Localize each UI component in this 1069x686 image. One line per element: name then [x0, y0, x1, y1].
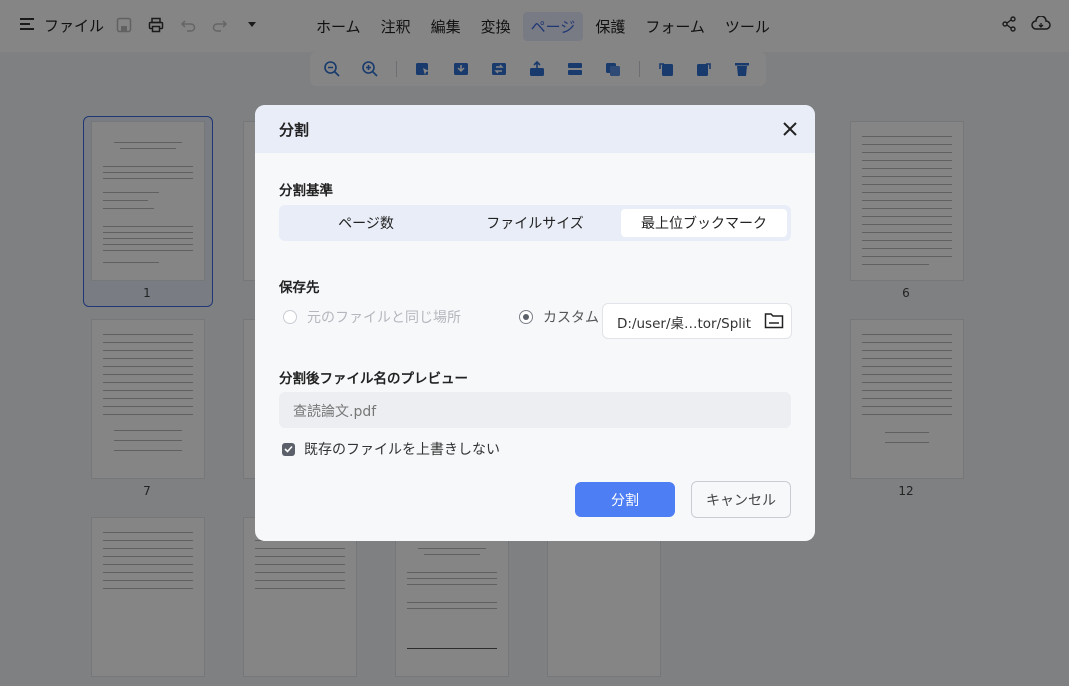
segment-page-count[interactable]: ページ数 — [283, 209, 449, 237]
cancel-button[interactable]: キャンセル — [691, 481, 791, 518]
dialog-header: 分割 — [255, 105, 815, 153]
no-overwrite-option[interactable]: 既存のファイルを上書きしない — [282, 439, 500, 459]
criteria-label: 分割基準 — [279, 183, 333, 199]
app-window: ファイル ホーム 注釈 編集 変換 ページ 保護 フォーム ツール 1 6 7 … — [0, 0, 1069, 686]
save-path-field[interactable]: D:/user/桌…tor/Split — [602, 303, 792, 339]
segment-top-bookmark[interactable]: 最上位ブックマーク — [621, 209, 787, 237]
option-same-location-label: 元のファイルと同じ場所 — [307, 310, 461, 326]
split-button[interactable]: 分割 — [575, 482, 675, 517]
close-icon[interactable] — [781, 120, 799, 138]
save-location-label: 保存先 — [279, 280, 320, 296]
preview-label: 分割後ファイル名のプレビュー — [279, 371, 468, 387]
option-same-location[interactable]: 元のファイルと同じ場所 — [283, 307, 461, 327]
filename-preview-field: 查読論文.pdf — [279, 392, 791, 428]
option-custom-label: カスタム — [543, 310, 599, 326]
split-dialog: 分割 分割基準 ページ数 ファイルサイズ 最上位ブックマーク 保存先 元のファイ… — [255, 105, 815, 541]
dialog-title: 分割 — [279, 121, 310, 139]
radio-same-location[interactable] — [283, 310, 297, 324]
no-overwrite-checkbox[interactable] — [282, 442, 295, 456]
radio-custom-location[interactable] — [519, 310, 533, 324]
folder-icon[interactable] — [764, 312, 784, 333]
filename-preview-value: 查読論文.pdf — [293, 404, 377, 420]
option-custom-location[interactable]: カスタム — [519, 307, 599, 327]
no-overwrite-label: 既存のファイルを上書きしない — [304, 442, 500, 458]
split-criteria-segmented-control: ページ数 ファイルサイズ 最上位ブックマーク — [279, 205, 791, 241]
segment-file-size[interactable]: ファイルサイズ — [452, 209, 618, 237]
save-path-value: D:/user/桌…tor/Split — [617, 316, 752, 332]
